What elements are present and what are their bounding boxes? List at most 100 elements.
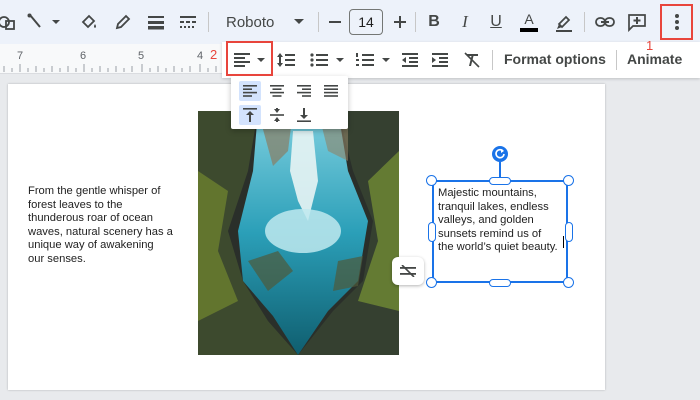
insert-link-button[interactable] [594, 8, 616, 36]
align-top-icon [243, 108, 257, 122]
increase-indent-icon [432, 53, 448, 67]
resize-handle-bottom-left[interactable] [426, 277, 437, 288]
border-color-icon[interactable] [112, 8, 134, 36]
increase-indent-button[interactable] [428, 47, 452, 73]
underline-button[interactable]: U [486, 8, 506, 36]
toolbar-divider [208, 12, 209, 32]
highlight-box-more [660, 4, 693, 40]
body-text-box[interactable]: From the gentle whisper of forest leaves… [28, 185, 188, 267]
text-color-button[interactable]: A [517, 8, 541, 36]
align-left-option[interactable] [239, 81, 261, 101]
toolbar-divider [584, 12, 585, 32]
decrease-indent-icon [402, 53, 418, 67]
chevron-down-icon [336, 58, 344, 62]
align-dropdown-menu [231, 76, 348, 129]
highlight-box-align [226, 41, 273, 76]
resize-handle-right[interactable] [565, 222, 573, 242]
text-line: Majestic mountains, [438, 187, 537, 199]
toolbar-divider [492, 50, 493, 70]
font-family-select[interactable]: Roboto [218, 8, 310, 36]
align-middle-icon [270, 108, 284, 122]
align-bottom-option[interactable] [293, 105, 315, 125]
add-comment-button[interactable] [626, 8, 648, 36]
fill-color-icon[interactable] [78, 8, 100, 36]
resize-handle-left[interactable] [428, 222, 436, 242]
text-line: valleys, and golden [438, 214, 534, 227]
ruler-ticks [3, 64, 217, 72]
justify-option[interactable] [320, 81, 342, 101]
text-color-letter: A [524, 11, 534, 27]
line-spacing-button[interactable] [274, 47, 298, 73]
align-top-option[interactable] [239, 105, 261, 125]
text-line: thunderous roar of ocean [28, 212, 154, 225]
text-line-with-cursor: the world’s quiet beauty. [438, 241, 558, 255]
toolbar-divider [318, 12, 319, 32]
step-marker-2: 2 [210, 47, 218, 62]
ruler-number: 5 [138, 50, 145, 62]
plus-icon [394, 16, 406, 28]
toolbar-divider [616, 50, 617, 70]
decrease-indent-button[interactable] [398, 47, 422, 73]
text-line: the world’s quiet beauty. [438, 241, 558, 254]
waterfall-image[interactable] [198, 111, 399, 355]
format-toolbar: Format options Animate [222, 42, 700, 78]
shape-icon[interactable] [0, 8, 16, 36]
line-spacing-icon [277, 53, 295, 67]
resize-handle-top[interactable] [489, 177, 511, 185]
font-family-value: Roboto [226, 13, 275, 31]
align-center-option[interactable] [266, 81, 288, 101]
line-icon [27, 13, 41, 28]
no-wrap-icon [400, 265, 416, 277]
clear-formatting-icon [464, 52, 480, 68]
resize-handle-bottom-right[interactable] [563, 277, 574, 288]
resize-handle-bottom[interactable] [489, 279, 511, 287]
text-line: forest leaves to the [28, 198, 123, 211]
text-line: our senses. [28, 252, 86, 265]
align-right-option[interactable] [293, 81, 315, 101]
chevron-down-icon [382, 58, 390, 62]
text-line: waves, natural scenery has a [28, 225, 173, 238]
bulleted-list-icon [310, 53, 328, 67]
text-line: unique way of awakening [28, 239, 154, 252]
rotate-icon [495, 148, 505, 159]
selected-text-content[interactable]: Majestic mountains, tranquil lakes, endl… [438, 187, 558, 255]
italic-button[interactable]: I [455, 8, 475, 36]
text-wrap-button[interactable] [392, 257, 424, 285]
ruler-number: 6 [80, 50, 87, 62]
bold-button[interactable]: B [424, 8, 444, 36]
decrease-font-size-button[interactable] [326, 8, 344, 36]
text-line: sunsets remind us of [438, 227, 542, 240]
text-color-swatch [520, 28, 538, 32]
animate-button[interactable]: Animate [627, 51, 682, 67]
format-options-button[interactable]: Format options [504, 51, 606, 67]
rotate-handle[interactable] [492, 146, 508, 162]
chevron-down-icon [52, 20, 60, 24]
text-line: From the gentle whisper of [28, 185, 161, 197]
border-weight-icon[interactable] [145, 8, 167, 36]
border-dash-icon[interactable] [177, 8, 199, 36]
align-left-icon [243, 85, 257, 97]
main-toolbar: Roboto 14 B I U A [0, 0, 700, 44]
align-right-icon [297, 85, 311, 97]
resize-handle-top-right[interactable] [563, 175, 574, 186]
bulleted-list-button[interactable] [308, 47, 350, 73]
line-tool-button[interactable] [26, 8, 66, 36]
link-icon [595, 17, 615, 27]
numbered-list-button[interactable] [354, 47, 396, 73]
chevron-down-icon [294, 19, 304, 24]
text-line: tranquil lakes, endless [438, 200, 549, 213]
increase-font-size-button[interactable] [391, 8, 409, 36]
step-marker-1: 1 [646, 38, 654, 53]
highlight-color-button[interactable] [552, 8, 576, 36]
align-middle-option[interactable] [266, 105, 288, 125]
clear-formatting-button[interactable] [460, 47, 484, 73]
highlighter-icon [556, 15, 572, 32]
toolbar-divider [415, 12, 416, 32]
comment-icon [628, 14, 646, 32]
resize-handle-top-left[interactable] [426, 175, 437, 186]
ruler-number: 4 [197, 50, 204, 62]
font-size-input[interactable]: 14 [349, 9, 383, 35]
align-justify-icon [324, 85, 338, 97]
align-bottom-icon [297, 108, 311, 122]
horizontal-ruler: 7 6 5 4 [0, 44, 222, 74]
